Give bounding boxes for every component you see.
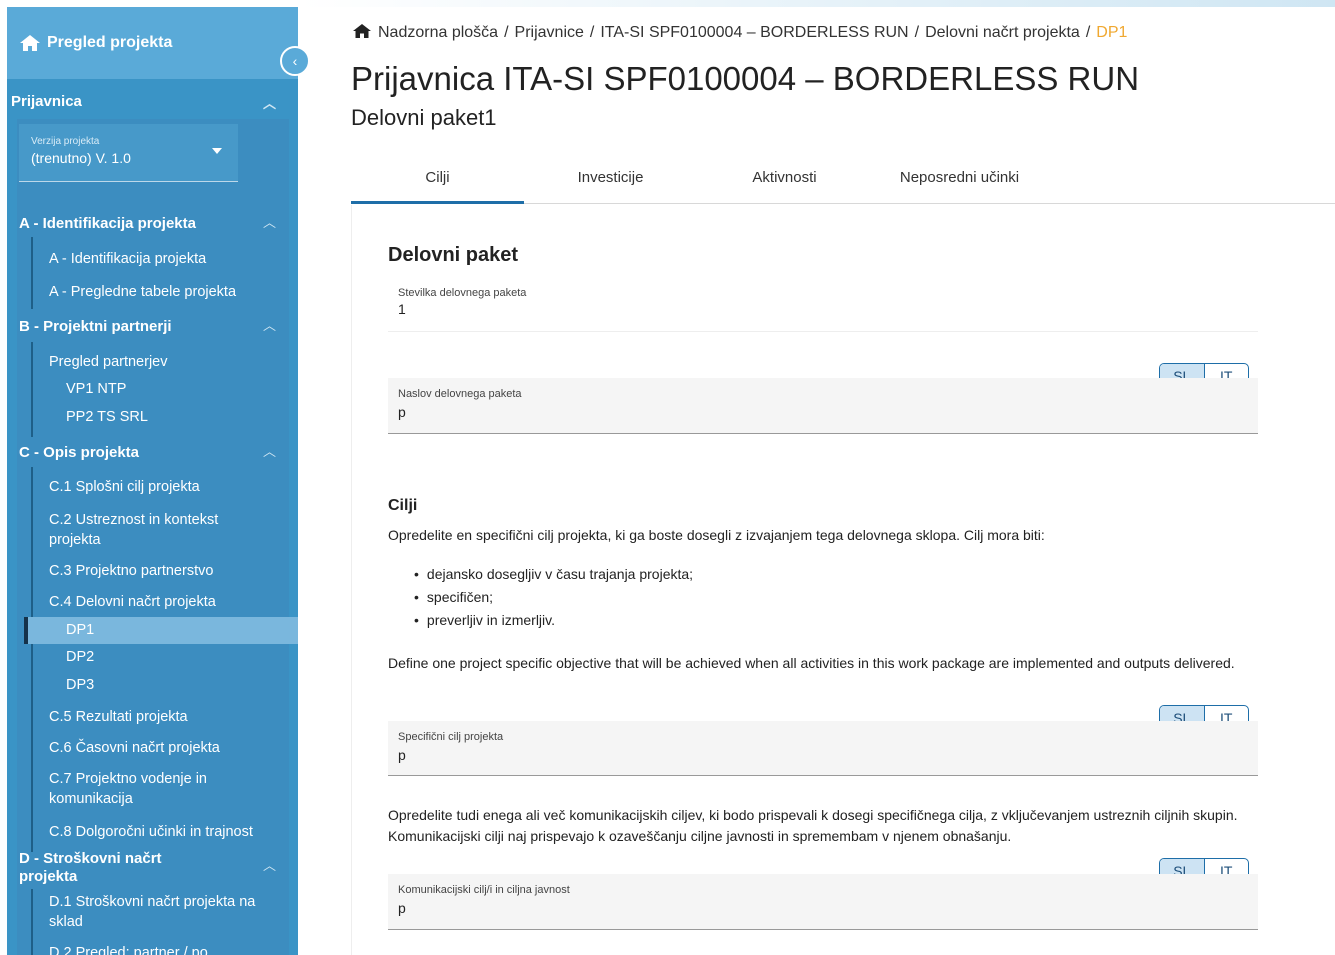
home-icon: [20, 35, 40, 51]
sidebar-item-a1[interactable]: A - Identifikacija projekta: [49, 249, 206, 269]
tree-line: [31, 237, 33, 309]
sidebar-item-dp1[interactable]: DP1: [66, 620, 94, 640]
version-label: Verzija projekta: [31, 136, 100, 147]
sidebar-item-c4[interactable]: C.4 Delovni načrt projekta: [49, 592, 216, 612]
objectives-intro: Opredelite en specifični cilj projekta, …: [388, 527, 1045, 543]
sidebar-item-vp1[interactable]: VP1 NTP: [66, 379, 126, 399]
top-accent-line: [300, 0, 1335, 7]
wp-number-field: Stevilka delovnega paketa 1: [388, 287, 1258, 332]
chevron-down-icon: [212, 148, 222, 154]
list-item: specifičen;: [414, 586, 693, 609]
tab-neposredni-ucinki[interactable]: Neposredni učinki: [873, 152, 1046, 204]
sidebar-item-c7[interactable]: C.7 Projektno vodenje in komunikacija: [49, 769, 259, 809]
version-select[interactable]: Verzija projekta (trenutno) V. 1.0: [19, 124, 238, 182]
main-content: Delovni paket Stevilka delovnega paketa …: [351, 205, 1335, 955]
tree-line: [31, 342, 33, 437]
communication-objective-label: Komunikacijski cilj/i in ciljna javnost: [398, 884, 570, 896]
communication-objective-value: p: [398, 900, 406, 916]
breadcrumb-item-workplan[interactable]: Delovni načrt projekta: [925, 24, 1080, 41]
wp-title-label: Naslov delovnega paketa: [398, 388, 522, 400]
chevron-up-icon[interactable]: ︿: [263, 93, 276, 112]
sidebar-item-c6[interactable]: C.6 Časovni načrt projekta: [49, 738, 220, 758]
specific-objective-label: Specifični cilj projekta: [398, 731, 504, 743]
wp-title-value: p: [398, 404, 406, 420]
sidebar-item-c3[interactable]: C.3 Projektno partnerstvo: [49, 561, 213, 581]
breadcrumb-item-project[interactable]: ITA-SI SPF0100004 – BORDERLESS RUN: [600, 24, 908, 41]
objectives-heading: Cilji: [388, 497, 418, 514]
chevron-up-icon[interactable]: ︿: [263, 855, 276, 874]
home-icon[interactable]: [352, 23, 372, 39]
sidebar-item-d1[interactable]: D.1 Stroškovni načrt projekta na sklad: [49, 892, 279, 932]
sidebar-header[interactable]: Pregled projekta: [7, 7, 298, 79]
work-package-heading: Delovni paket: [388, 244, 519, 266]
breadcrumb-item-current: DP1: [1096, 24, 1128, 41]
wp-number-value: 1: [398, 301, 406, 317]
list-item: preverljiv in izmerljiv.: [414, 609, 693, 632]
communication-intro: Opredelite tudi enega ali več komunikaci…: [388, 807, 1238, 844]
sidebar-item-a2[interactable]: A - Pregledne tabele projekta: [49, 282, 236, 302]
breadcrumb-item-applications[interactable]: Prijavnice: [515, 24, 584, 41]
sidebar-item-d2[interactable]: D.2 Pregled: partner / po: [49, 943, 279, 955]
tab-cilji[interactable]: Cilji: [351, 152, 524, 204]
sidebar-section-label: Prijavnica: [11, 93, 82, 110]
sidebar-item-c1[interactable]: C.1 Splošni cilj projekta: [49, 477, 200, 497]
specific-objective-value: p: [398, 747, 406, 763]
sidebar-section-d[interactable]: D - Stroškovni načrt projekta: [19, 850, 219, 886]
sidebar-item-pp2[interactable]: PP2 TS SRL: [66, 407, 148, 427]
sidebar-section-a[interactable]: A - Identifikacija projekta: [19, 215, 196, 232]
tab-investicije[interactable]: Investicije: [524, 152, 697, 204]
communication-objective-field[interactable]: Komunikacijski cilj/i in ciljna javnost …: [388, 874, 1258, 930]
sidebar-item-dp3[interactable]: DP3: [66, 675, 94, 695]
sidebar-item-dp2[interactable]: DP2: [66, 647, 94, 667]
sidebar-header-label: Pregled projekta: [47, 34, 173, 51]
sidebar: Pregled projekta Prijavnica ︿ Verzija pr…: [7, 7, 298, 955]
tab-aktivnosti[interactable]: Aktivnosti: [698, 152, 871, 204]
specific-objective-field[interactable]: Specifični cilj projekta p: [388, 721, 1258, 776]
page-subtitle: Delovni paket1: [351, 105, 497, 130]
wp-number-label: Stevilka delovnega paketa: [398, 287, 527, 299]
sidebar-section-b[interactable]: B - Projektni partnerji: [19, 318, 172, 335]
objectives-english: Define one project specific objective th…: [388, 655, 1235, 671]
chevron-up-icon[interactable]: ︿: [263, 441, 276, 460]
collapse-sidebar-button[interactable]: ‹: [280, 46, 310, 76]
chevron-up-icon[interactable]: ︿: [263, 315, 276, 334]
list-item: dejansko dosegljiv v času trajanja proje…: [414, 563, 693, 586]
chevron-left-icon: ‹: [292, 53, 298, 69]
sidebar-section-c[interactable]: C - Opis projekta: [19, 444, 139, 461]
breadcrumb: Nadzorna plošča / Prijavnice / ITA-SI SPF010…: [352, 23, 1127, 42]
wp-title-field[interactable]: Naslov delovnega paketa p: [388, 378, 1258, 434]
sidebar-item-c5[interactable]: C.5 Rezultati projekta: [49, 707, 188, 727]
page-title: Prijavnica ITA-SI SPF0100004 – BORDERLES…: [351, 60, 1140, 97]
sidebar-section-prijavnica[interactable]: Prijavnica ︿: [7, 79, 298, 119]
tree-line: [31, 467, 33, 852]
sidebar-item-partners[interactable]: Pregled partnerjev: [49, 352, 168, 372]
objectives-bullets: dejansko dosegljiv v času trajanja proje…: [414, 563, 693, 632]
breadcrumb-item-dashboard[interactable]: Nadzorna plošča: [378, 24, 498, 41]
sidebar-item-c2[interactable]: C.2 Ustreznost in kontekst projekta: [49, 510, 259, 550]
tree-line: [31, 889, 33, 955]
sidebar-item-c8[interactable]: C.8 Dolgoročni učinki in trajnost: [49, 822, 253, 842]
version-value: (trenutno) V. 1.0: [31, 150, 131, 166]
tab-bar: Cilji Investicije Aktivnosti Neposredni …: [351, 152, 1335, 204]
chevron-up-icon[interactable]: ︿: [263, 212, 276, 231]
